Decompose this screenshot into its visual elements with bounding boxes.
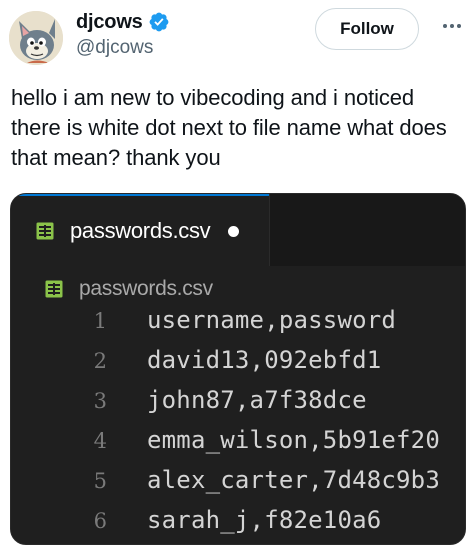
line-text: emma_wilson,5b91ef20 [147,426,440,454]
code-line[interactable]: 6 sarah_j,f82e10a6 [11,506,465,544]
code-line[interactable]: 3 john87,a7f38dce [11,386,465,426]
handle[interactable]: @djcows [76,37,170,59]
avatar[interactable] [9,11,63,65]
line-number: 5 [93,469,107,493]
code-editor[interactable]: 1 username,password 2 david13,092ebfd1 3… [11,306,465,544]
code-line[interactable]: 1 username,password [11,306,465,346]
line-text: alex_carter,7d48c9b3 [147,466,440,494]
more-horizontal-icon [443,24,447,28]
line-text: david13,092ebfd1 [147,346,382,374]
line-number: 4 [93,429,107,453]
avatar-image [9,11,63,65]
line-number: 2 [93,349,107,373]
code-line[interactable]: 4 emma_wilson,5b91ef20 [11,426,465,466]
editor-tab-label: passwords.csv [70,218,211,243]
line-number: 3 [93,389,107,413]
line-text: john87,a7f38dce [147,386,367,414]
csv-file-icon [45,280,63,298]
line-number: 1 [93,309,107,333]
breadcrumb-label: passwords.csv [79,277,213,300]
tab-divider [269,194,270,266]
follow-button[interactable]: Follow [315,8,419,50]
csv-file-icon [36,222,54,240]
tweet: djcows @djcows Follow hello i am new to … [0,0,474,550]
editor-tab-bar: passwords.csv [11,194,465,266]
more-options-button[interactable] [434,14,470,38]
author-block: djcows @djcows [76,9,170,59]
media-image-editor-screenshot[interactable]: passwords.csv passwords.csv 1 username,p… [10,193,466,545]
unsaved-changes-dot-icon[interactable] [228,225,240,237]
more-horizontal-icon-dot [450,24,454,28]
line-text: sarah_j,f82e10a6 [147,506,382,534]
line-number: 6 [93,509,107,533]
code-line[interactable]: 2 david13,092ebfd1 [11,346,465,386]
name-row: djcows [76,9,170,35]
breadcrumb[interactable]: passwords.csv [45,274,213,304]
more-horizontal-icon-dot [457,24,461,28]
tweet-text: hello i am new to vibecoding and i notic… [11,85,447,170]
editor-tab-passwords-csv[interactable]: passwords.csv [11,194,269,266]
code-line[interactable]: 5 alex_carter,7d48c9b3 [11,466,465,506]
display-name[interactable]: djcows [76,11,143,34]
verified-badge-icon[interactable] [148,11,170,33]
line-text: username,password [147,306,397,334]
